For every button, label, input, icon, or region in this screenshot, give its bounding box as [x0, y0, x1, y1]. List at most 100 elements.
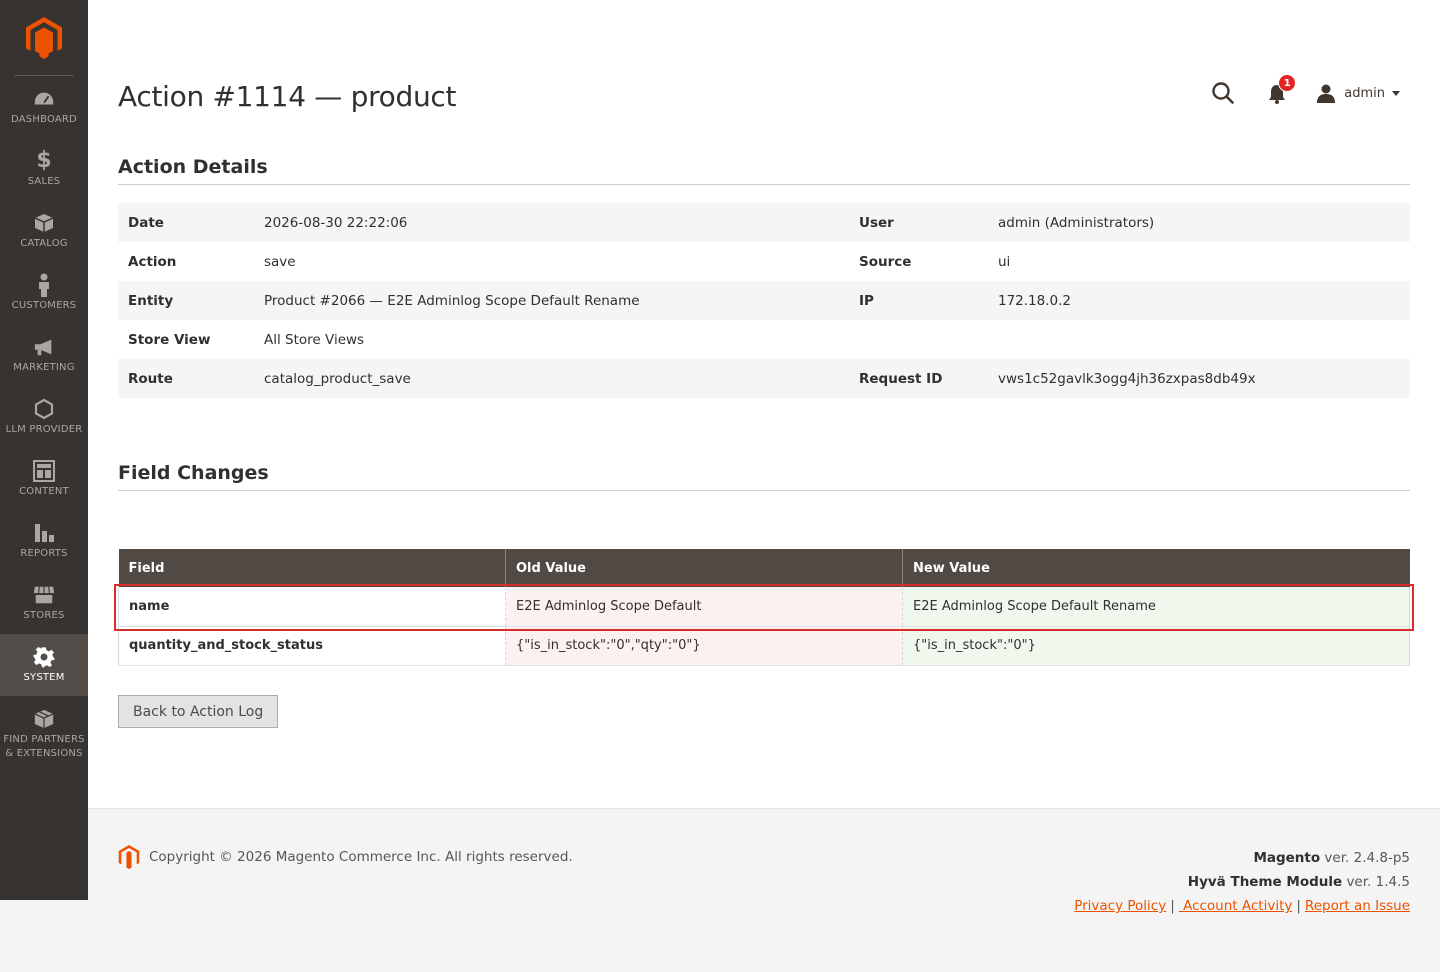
back-to-action-log-button[interactable]: Back to Action Log — [118, 695, 279, 728]
boxes-icon — [33, 708, 55, 730]
detail-row: Store View All Store Views — [118, 320, 1410, 359]
dollar-icon: $ — [36, 148, 52, 173]
detail-row: Date 2026-08-30 22:22:06 User admin (Admini… — [118, 203, 1410, 242]
nav-label: FIND PARTNERS & EXTENSIONS — [3, 733, 85, 759]
dashboard-icon — [33, 88, 55, 110]
column-header-new-value: New Value — [902, 549, 1410, 587]
nav-label: REPORTS — [20, 547, 68, 559]
report-issue-link[interactable]: Report an Issue — [1305, 898, 1410, 914]
nav-sales[interactable]: $ SALES — [0, 138, 88, 200]
nav-dashboard[interactable]: DASHBOARD — [0, 76, 88, 138]
action-details-title: Action Details — [118, 156, 1410, 185]
table-header-row: Field Old Value New Value — [118, 549, 1410, 587]
hyva-version: ver. 1.4.5 — [1342, 874, 1410, 890]
page-footer: Copyright © 2026 Magento Commerce Inc. A… — [88, 808, 1440, 972]
copyright: Copyright © 2026 Magento Commerce Inc. A… — [118, 845, 573, 869]
detail-value: vws1c52gavlk3ogg4jh36zxpas8db49x — [988, 359, 1410, 398]
detail-value: 2026-08-30 22:22:06 — [254, 203, 849, 242]
notifications-button[interactable]: 1 — [1266, 74, 1297, 106]
box-icon — [33, 212, 55, 234]
nav-marketing[interactable]: MARKETING — [0, 324, 88, 386]
field-name-cell: quantity_and_stock_status — [118, 626, 506, 666]
search-icon[interactable] — [1210, 80, 1236, 106]
admin-sidebar: DASHBOARD $ SALES CATALOG CUSTOMERS MARK… — [0, 0, 88, 900]
page-title: Action #1114 — product — [118, 80, 457, 113]
user-menu[interactable]: admin — [1316, 83, 1400, 103]
version-info: Magento ver. 2.4.8-p5 Hyvä Theme Module … — [1074, 846, 1410, 918]
field-name-cell: name — [118, 587, 506, 627]
nav-label: CATALOG — [20, 237, 68, 249]
nav-label: CONTENT — [19, 485, 69, 497]
detail-row: Entity Product #2066 — E2E Adminlog Scope… — [118, 281, 1410, 320]
detail-label: Entity — [118, 281, 254, 320]
megaphone-icon — [33, 336, 55, 358]
user-icon — [1317, 84, 1336, 103]
nav-catalog[interactable]: CATALOG — [0, 200, 88, 262]
nav-label: CUSTOMERS — [11, 299, 77, 311]
table-row: name E2E Adminlog Scope Default E2E Adminl… — [118, 587, 1410, 627]
nav-find-partners[interactable]: FIND PARTNERS & EXTENSIONS — [0, 696, 88, 772]
bar-chart-icon — [33, 522, 55, 544]
detail-value: All Store Views — [264, 331, 365, 348]
chevron-down-icon — [1392, 90, 1400, 96]
nav-label: SALES — [27, 175, 61, 187]
nav-stores[interactable]: STORES — [0, 572, 88, 634]
detail-label: Store View — [128, 331, 211, 348]
action-details-table: Date 2026-08-30 22:22:06 User admin (Admini… — [118, 203, 1410, 398]
nav-label: STORES — [23, 609, 65, 621]
user-name: admin — [1344, 85, 1385, 101]
person-icon — [33, 273, 55, 297]
nav-customers[interactable]: CUSTOMERS — [0, 262, 88, 324]
copyright-text: Copyright © 2026 Magento Commerce Inc. A… — [149, 849, 573, 865]
column-header-old-value: Old Value — [505, 549, 903, 587]
detail-label: Source — [859, 253, 912, 270]
header-actions: 1 admin — [1210, 74, 1400, 106]
new-value-cell: {"is_in_stock":"0"} — [902, 626, 1410, 666]
detail-value: catalog_product_save — [254, 359, 849, 398]
magento-label: Magento — [1253, 850, 1321, 866]
main-content: Action #1114 — product 1 admin Action De… — [88, 0, 1440, 808]
layout-icon — [33, 459, 55, 482]
column-header-field: Field — [118, 549, 506, 587]
hexagon-icon — [33, 398, 55, 420]
magento-logo[interactable] — [14, 0, 74, 76]
detail-value: save — [264, 253, 296, 270]
field-changes-table: Field Old Value New Value name E2E Adminl… — [118, 549, 1410, 666]
magento-footer-logo-icon — [118, 845, 140, 869]
nav-label: LLM PROVIDER — [5, 423, 83, 435]
magento-version: ver. 2.4.8-p5 — [1320, 850, 1410, 866]
detail-row: Route catalog_product_save Request ID vws1c… — [118, 359, 1410, 398]
table-row: quantity_and_stock_status {"is_in_stock":… — [118, 626, 1410, 666]
detail-value: admin (Administrators) — [988, 203, 1410, 242]
detail-label — [849, 320, 988, 359]
detail-label: Action — [128, 253, 177, 270]
detail-label: Route — [118, 359, 254, 398]
footer-links: Privacy Policy | Account Activity | Report … — [1074, 894, 1410, 918]
old-value-cell: {"is_in_stock":"0","qty":"0"} — [505, 626, 903, 666]
link-separator: | — [1296, 898, 1301, 914]
nav-reports[interactable]: REPORTS — [0, 510, 88, 572]
detail-label: User — [849, 203, 988, 242]
nav-label: SYSTEM — [23, 671, 65, 683]
detail-label: Request ID — [849, 359, 988, 398]
privacy-policy-link[interactable]: Privacy Policy — [1074, 898, 1166, 914]
hyva-label: Hyvä Theme Module — [1187, 874, 1343, 890]
nav-system[interactable]: SYSTEM — [0, 634, 88, 696]
link-separator: | — [1170, 898, 1175, 914]
new-value-cell: E2E Adminlog Scope Default Rename — [902, 587, 1410, 627]
field-changes-title: Field Changes — [118, 462, 1410, 491]
store-icon — [33, 584, 55, 606]
detail-value — [988, 320, 1410, 359]
detail-label: IP — [849, 281, 988, 320]
nav-llm-provider[interactable]: LLM PROVIDER — [0, 386, 88, 448]
nav-label: MARKETING — [13, 361, 75, 373]
magento-logo-icon — [26, 16, 62, 59]
detail-value: ui — [998, 253, 1011, 270]
detail-row: Action save Source ui — [118, 242, 1410, 281]
detail-value: Product #2066 — E2E Adminlog Scope Defau… — [254, 281, 849, 320]
nav-label: DASHBOARD — [11, 113, 77, 125]
nav-content[interactable]: CONTENT — [0, 448, 88, 510]
old-value-cell: E2E Adminlog Scope Default — [505, 587, 903, 627]
account-activity-link[interactable]: Account Activity — [1179, 898, 1292, 914]
detail-value: 172.18.0.2 — [988, 281, 1410, 320]
